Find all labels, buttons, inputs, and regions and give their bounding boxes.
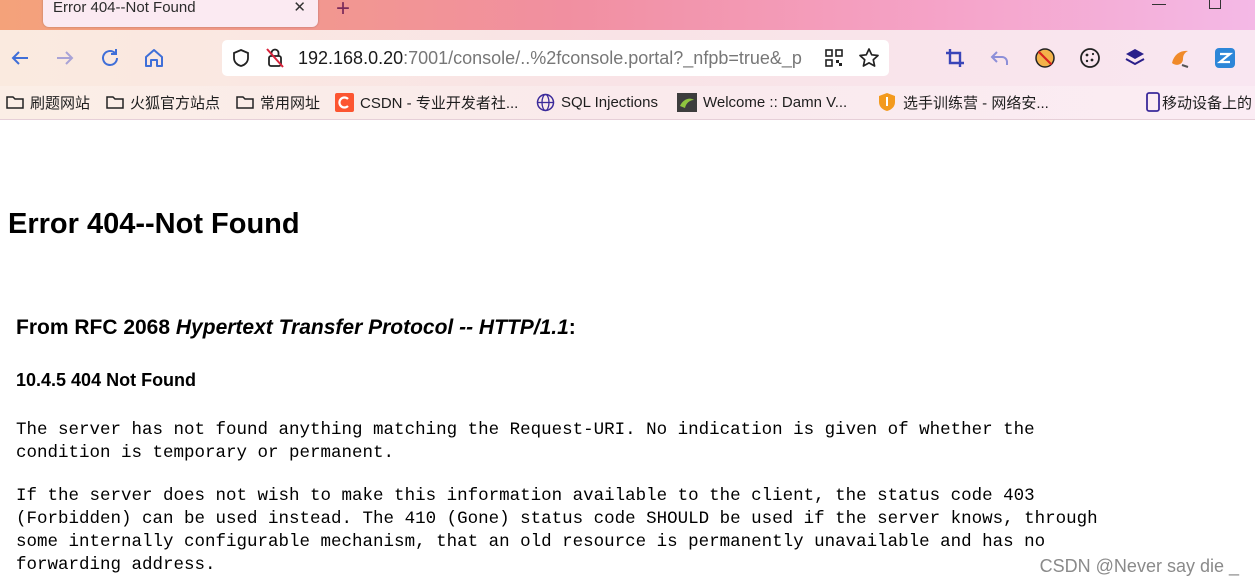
bookmark-label: 移动设备上的 xyxy=(1162,94,1253,112)
layers-extension-button[interactable] xyxy=(1121,44,1149,72)
undo-icon xyxy=(990,51,1008,65)
paragraph-forbidden: If the server does not wish to make this… xyxy=(16,486,1098,575)
navigation-toolbar: 192.168.0.20:7001/console/..%2fconsole.p… xyxy=(0,30,1255,86)
reload-button[interactable] xyxy=(96,44,124,72)
bookmark-item[interactable]: CSDN - 专业开发者社... xyxy=(335,92,518,112)
watermark: CSDN @Never say die _ xyxy=(1039,556,1239,577)
bookmark-star-icon[interactable] xyxy=(858,47,880,69)
rfc-title: Hypertext Transfer Protocol -- HTTP/1.1 xyxy=(175,316,569,339)
section-heading: 10.4.5 404 Not Found xyxy=(16,370,197,390)
bookmark-label: 选手训练营 - 网络安... xyxy=(903,94,1049,112)
url-path: :7001/console/..%2fconsole.portal?_nfpb=… xyxy=(403,48,802,68)
maximize-icon[interactable] xyxy=(1209,0,1221,9)
rfc-suffix: : xyxy=(568,316,576,339)
new-tab-button[interactable]: + xyxy=(336,0,350,21)
folder-icon xyxy=(6,94,24,110)
cookie-extension-button[interactable] xyxy=(1076,44,1104,72)
bookmark-label: 火狐官方站点 xyxy=(130,94,221,112)
bookmark-item[interactable]: 选手训练营 - 网络安... xyxy=(877,92,1049,112)
z-app-icon xyxy=(1215,48,1235,68)
reload-icon xyxy=(102,49,118,66)
blocked-icon xyxy=(1035,48,1055,68)
back-arrow-icon xyxy=(11,51,28,65)
rfc-prefix: From RFC 2068 xyxy=(16,316,176,339)
url-host: 192.168.0.20 xyxy=(298,48,404,68)
globe-icon xyxy=(536,93,555,112)
shield-icon[interactable] xyxy=(231,48,251,68)
bookmark-item[interactable]: 移动设备上的 xyxy=(1146,92,1252,112)
folder-icon xyxy=(106,94,124,110)
page-heading: Error 404--Not Found xyxy=(8,208,300,240)
folder-icon xyxy=(236,94,254,110)
bookmark-label: 刷题网站 xyxy=(30,94,91,112)
paragraph-not-found: The server has not found anything matchi… xyxy=(16,420,1035,463)
hackbar-extension-button[interactable] xyxy=(1166,44,1194,72)
mobile-icon xyxy=(1146,92,1160,112)
bookmark-label: 常用网址 xyxy=(260,94,321,112)
address-bar[interactable]: 192.168.0.20:7001/console/..%2fconsole.p… xyxy=(222,40,889,76)
bookmarks-toolbar: 刷题网站 火狐官方站点 常用网址 CSDN - 专业开发者社... SQL In… xyxy=(0,86,1255,120)
translate-extension-button[interactable] xyxy=(1211,44,1239,72)
forward-button[interactable] xyxy=(51,44,79,72)
back-button[interactable] xyxy=(6,44,34,72)
layers-icon xyxy=(1125,49,1145,66)
bookmark-item[interactable]: 火狐官方站点 xyxy=(106,92,220,112)
bookmark-item[interactable]: SQL Injections xyxy=(536,92,658,112)
dvwa-icon xyxy=(677,92,697,112)
tab-title: Error 404--Not Found xyxy=(53,0,196,16)
tab-active[interactable]: Error 404--Not Found ✕ xyxy=(43,0,318,27)
minimize-icon[interactable] xyxy=(1152,4,1166,5)
fox-icon xyxy=(1172,50,1189,68)
blocker-extension-button[interactable] xyxy=(1031,44,1059,72)
bookmark-label: SQL Injections xyxy=(561,93,658,111)
home-button[interactable] xyxy=(140,44,168,72)
crop-icon xyxy=(946,49,964,67)
csdn-icon xyxy=(335,92,354,112)
forward-arrow-icon xyxy=(57,51,74,65)
shield-icon xyxy=(877,92,897,112)
bookmark-item[interactable]: 刷题网站 xyxy=(6,92,90,112)
bookmark-label: Welcome :: Damn V... xyxy=(703,93,848,111)
rfc-heading: From RFC 2068 Hypertext Transfer Protoco… xyxy=(16,316,576,340)
bookmark-item[interactable]: 常用网址 xyxy=(236,92,320,112)
close-icon[interactable]: ✕ xyxy=(293,0,306,16)
url-text[interactable]: 192.168.0.20:7001/console/..%2fconsole.p… xyxy=(298,48,816,69)
qr-code-icon[interactable] xyxy=(825,49,843,67)
cookie-icon xyxy=(1080,48,1100,68)
crop-extension-button[interactable] xyxy=(941,44,969,72)
bookmark-label: CSDN - 专业开发者社... xyxy=(360,94,519,112)
bookmark-item[interactable]: Welcome :: Damn V... xyxy=(677,92,847,112)
insecure-lock-icon[interactable] xyxy=(265,47,285,69)
home-icon xyxy=(145,49,163,67)
undo-extension-button[interactable] xyxy=(986,44,1014,72)
tab-strip: Error 404--Not Found ✕ + xyxy=(0,0,1255,30)
